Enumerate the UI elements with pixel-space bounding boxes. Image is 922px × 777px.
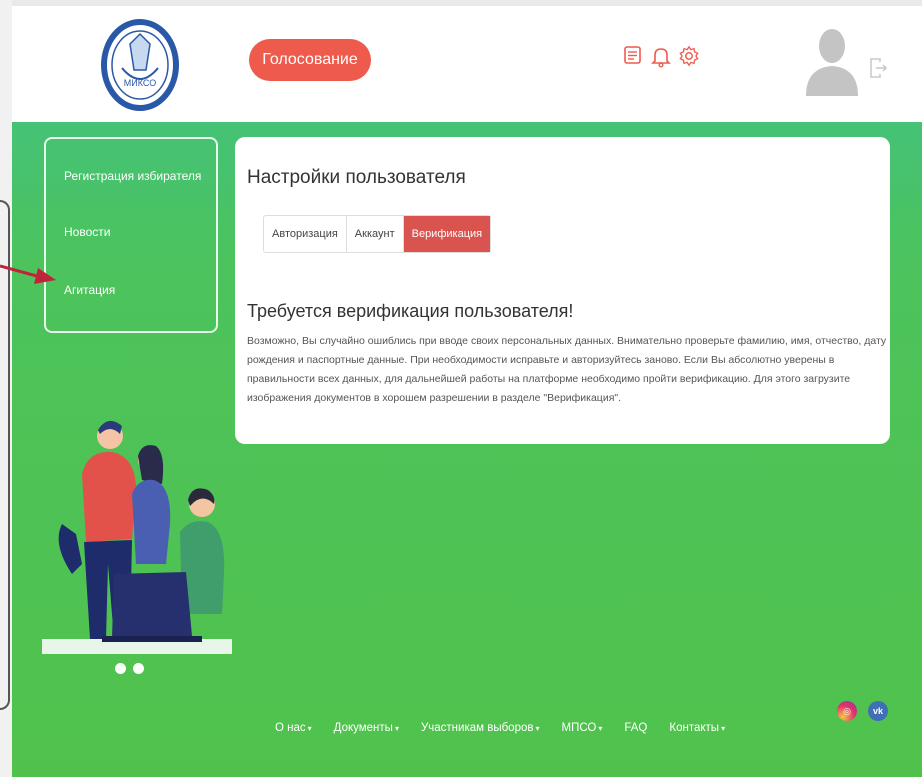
instagram-icon[interactable]: ◎ (837, 701, 857, 721)
voting-button[interactable]: Голосование (249, 39, 371, 81)
footer-item-mpso[interactable]: МПСО ▾ (562, 722, 603, 734)
footer-item-election-participants[interactable]: Участникам выборов ▾ (421, 722, 540, 734)
footer-item-contacts[interactable]: Контакты ▾ (669, 722, 725, 734)
sidebar-item-news[interactable]: Новости (64, 225, 110, 239)
user-avatar[interactable] (804, 26, 860, 96)
bell-icon[interactable] (650, 44, 672, 68)
left-edge-rail (0, 0, 12, 777)
carousel-dots (115, 663, 144, 674)
footer-item-about[interactable]: О нас ▾ (275, 722, 312, 734)
settings-tabs: Авторизация Аккаунт Верификация (263, 215, 492, 253)
footer-item-faq[interactable]: FAQ (624, 722, 647, 734)
gear-icon[interactable] (678, 44, 700, 68)
tab-account[interactable]: Аккаунт (347, 216, 404, 252)
carousel-dot-2[interactable] (133, 663, 144, 674)
sidebar-item-voter-registration[interactable]: Регистрация избирателя (64, 169, 201, 183)
vk-icon[interactable]: vk (868, 701, 888, 721)
verification-message: Возможно, Вы случайно ошиблись при вводе… (247, 335, 887, 404)
page-title: Настройки пользователя (247, 167, 466, 188)
people-illustration (42, 420, 232, 654)
tab-authorization[interactable]: Авторизация (264, 216, 347, 252)
footer-item-documents[interactable]: Документы ▾ (334, 722, 399, 734)
logout-icon[interactable] (868, 56, 888, 80)
footer-nav: О нас ▾ Документы ▾ Участникам выборов ▾ МП… (275, 722, 725, 734)
sidebar: Регистрация избирателя Новости Агитация (44, 137, 218, 333)
header-icons (622, 44, 700, 68)
logo-text: МИКСО (124, 78, 156, 88)
carousel-dot-1[interactable] (115, 663, 126, 674)
sidebar-item-agitation[interactable]: Агитация (64, 283, 115, 297)
tab-verification[interactable]: Верификация (403, 216, 491, 252)
social-links: ◎ vk (837, 701, 888, 721)
header: МИКСО Голосование (12, 6, 922, 122)
user-settings-card: Настройки пользователя Авторизация Аккау… (235, 137, 890, 444)
verification-heading: Требуется верификация пользователя! (247, 301, 574, 321)
chat-icon[interactable] (622, 44, 644, 68)
app-frame: МИКСО Голосование Регистрация избирателя… (12, 6, 922, 777)
pointer-arrow-icon (0, 264, 56, 284)
miksso-logo[interactable]: МИКСО (100, 18, 180, 112)
